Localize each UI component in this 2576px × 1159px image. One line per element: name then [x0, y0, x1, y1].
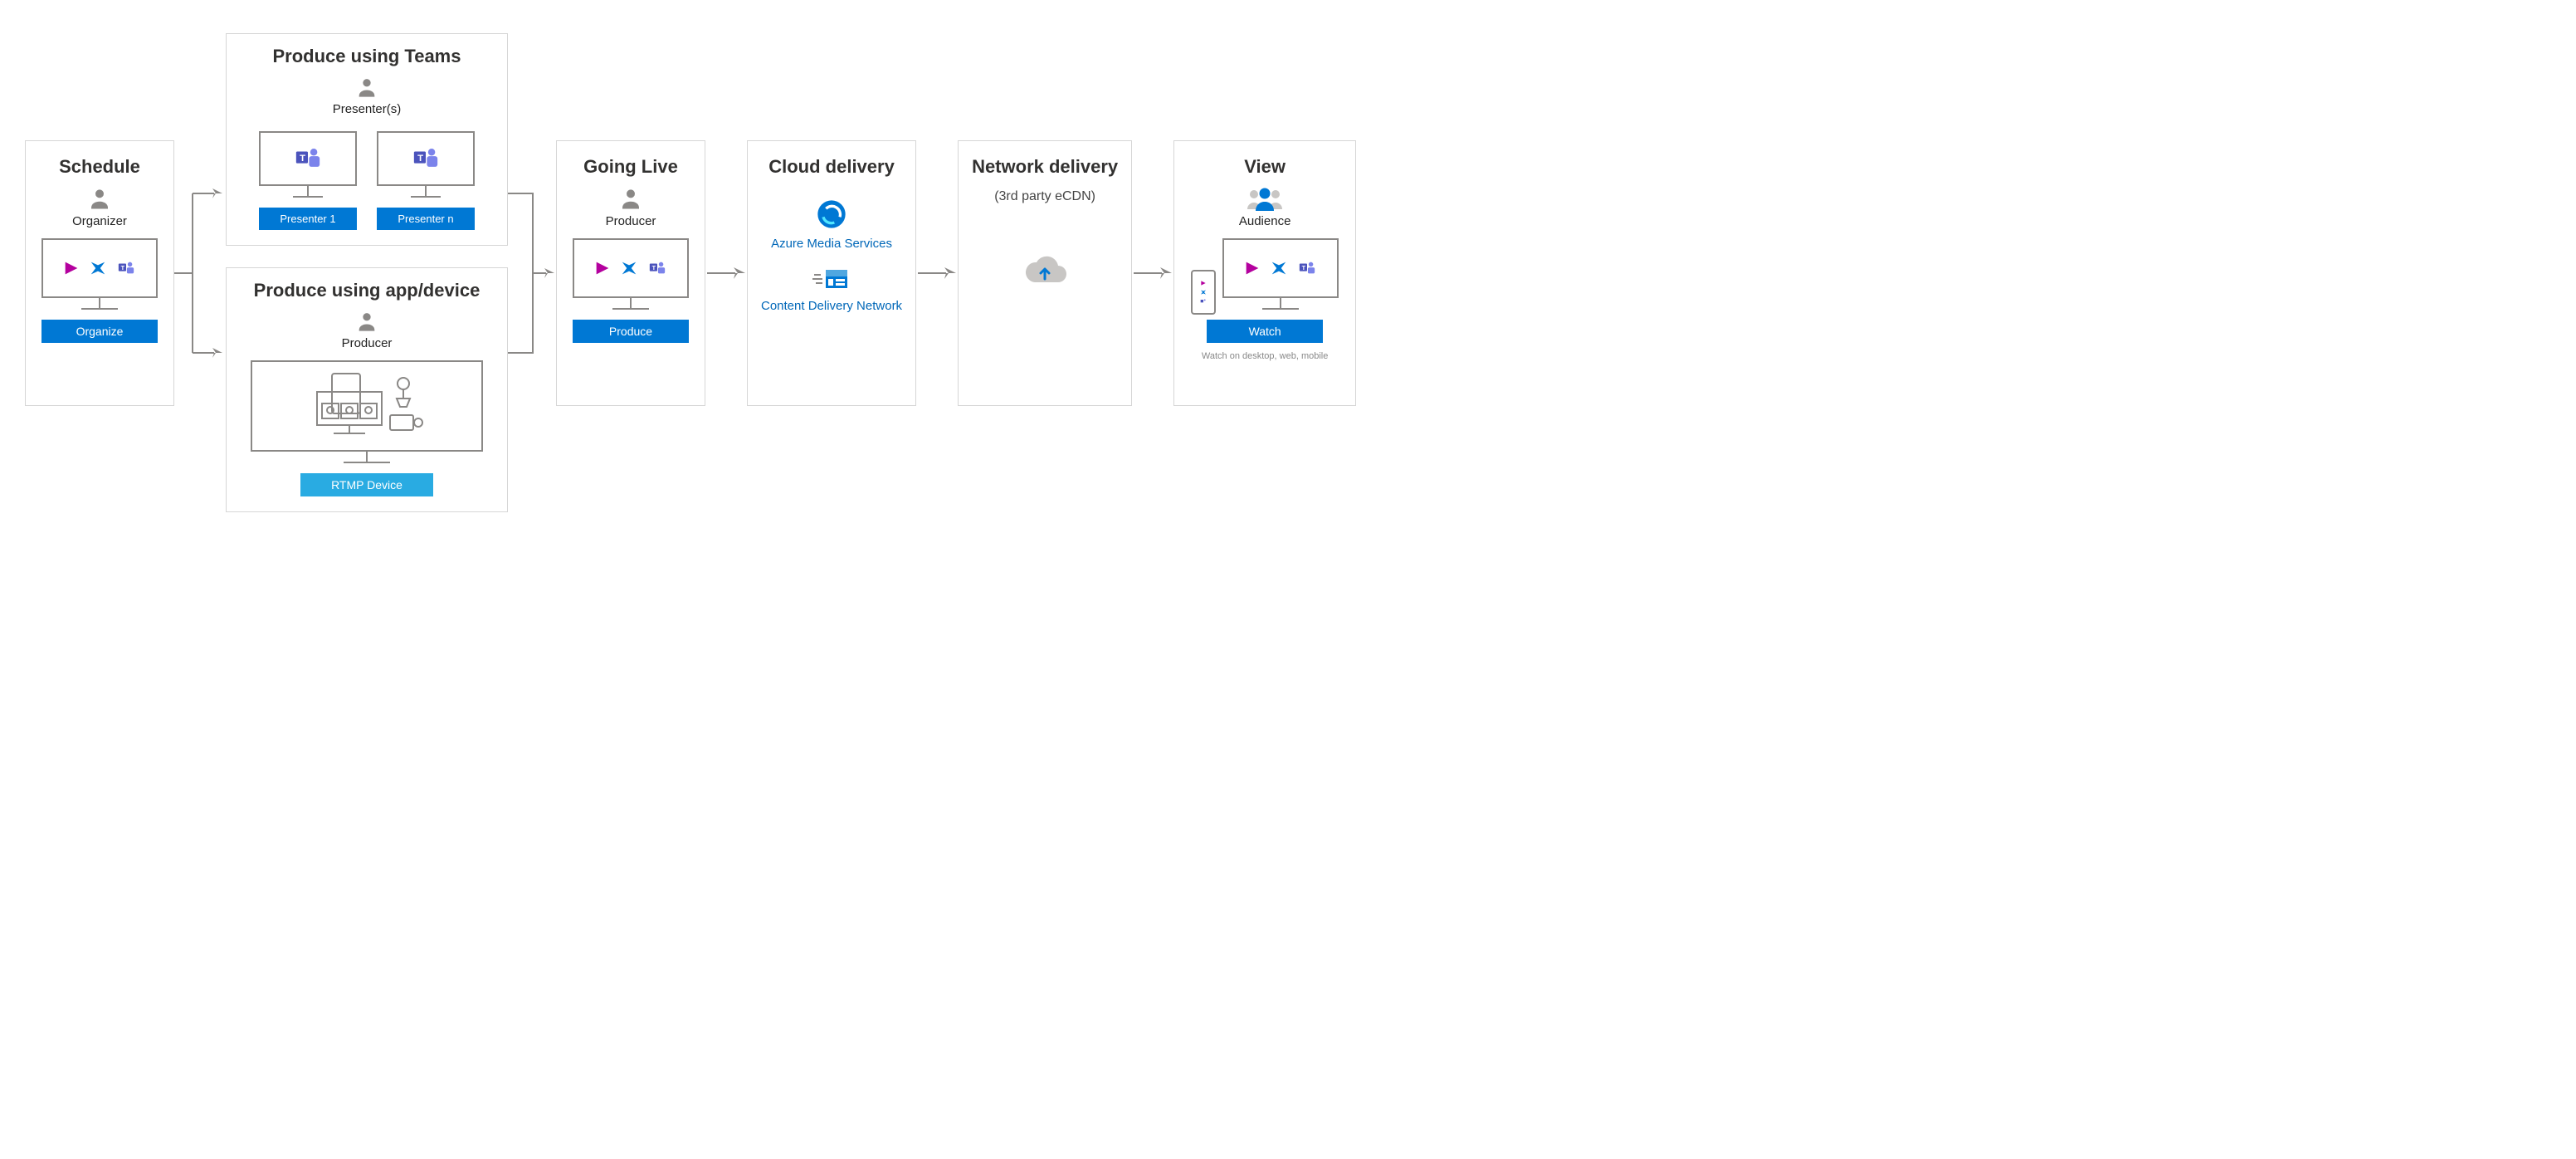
- yammer-icon: [618, 259, 640, 277]
- monitor-icon: T: [41, 238, 158, 298]
- organize-button: Organize: [41, 320, 158, 343]
- svg-text:T: T: [300, 154, 305, 164]
- schedule-title: Schedule: [59, 156, 140, 178]
- presenter-n: T Presenter n: [377, 128, 475, 230]
- person-icon: [355, 76, 378, 99]
- monitor-icon: T: [377, 131, 475, 186]
- golive-title: Going Live: [583, 156, 678, 178]
- stage-schedule: Schedule Organizer T Organize: [25, 140, 174, 406]
- arrow-icon: [705, 265, 747, 281]
- yammer-icon: [87, 259, 109, 277]
- produce-teams-role: Presenter(s): [333, 102, 402, 116]
- network-title: Network delivery: [972, 156, 1118, 178]
- device-sketch-icon: [292, 369, 442, 443]
- person-icon: [618, 186, 643, 211]
- watch-button: Watch: [1207, 320, 1323, 343]
- cdn-icon: [812, 267, 851, 291]
- presenter-n-label: Presenter n: [377, 208, 475, 230]
- cloud-upload-icon: [1020, 254, 1070, 291]
- stage-produce-teams: Produce using Teams Presenter(s) T Prese…: [226, 33, 508, 246]
- azure-media-icon: [815, 198, 848, 231]
- cdn-link[interactable]: Content Delivery Network: [761, 298, 902, 315]
- schedule-role: Organizer: [72, 214, 127, 228]
- teams-icon: T: [1296, 259, 1318, 277]
- yammer-icon: [1268, 259, 1290, 277]
- monitor-icon: T: [259, 131, 357, 186]
- teams-icon: T: [291, 144, 324, 173]
- stream-icon: [62, 259, 80, 277]
- produce-group: Produce using Teams Presenter(s) T Prese…: [226, 33, 508, 512]
- cloud-title: Cloud delivery: [768, 156, 895, 178]
- stage-view: View Audience T Watch: [1173, 140, 1356, 406]
- monitor-icon: T: [573, 238, 689, 298]
- stage-network-delivery: Network delivery (3rd party eCDN): [958, 140, 1132, 406]
- produce-app-role: Producer: [342, 336, 393, 350]
- svg-text:T: T: [652, 263, 656, 271]
- stage-going-live: Going Live Producer T Produce: [556, 140, 705, 406]
- teams-icon: T: [409, 144, 442, 173]
- presenter-1: T Presenter 1: [259, 128, 357, 230]
- arrow-icon: [1132, 265, 1173, 281]
- azure-media-link[interactable]: Azure Media Services: [771, 236, 892, 252]
- person-icon: [355, 310, 378, 333]
- person-icon: [87, 186, 112, 211]
- produce-button: Produce: [573, 320, 689, 343]
- view-footnote: Watch on desktop, web, mobile: [1202, 351, 1328, 361]
- arrow-icon: [916, 265, 958, 281]
- teams-icon: T: [115, 259, 137, 277]
- produce-teams-title: Produce using Teams: [273, 46, 461, 67]
- network-subtitle: (3rd party eCDN): [994, 189, 1095, 204]
- audience-icon: [1245, 186, 1285, 211]
- stream-icon: [593, 259, 612, 277]
- svg-text:T: T: [121, 263, 125, 271]
- view-title: View: [1244, 156, 1286, 178]
- golive-role: Producer: [606, 214, 656, 228]
- teams-icon: T: [646, 259, 668, 277]
- monitor-icon: T: [1222, 238, 1339, 298]
- rtmp-device-button: RTMP Device: [300, 473, 433, 496]
- stage-cloud-delivery: Cloud delivery Azure Media Services Cont…: [747, 140, 916, 406]
- branch-in-arrows: [508, 132, 556, 414]
- produce-app-title: Produce using app/device: [254, 280, 481, 301]
- stage-produce-app: Produce using app/device Producer: [226, 267, 508, 512]
- svg-text:T: T: [1302, 263, 1306, 271]
- live-event-diagram: Schedule Organizer T Organize Produ: [25, 33, 2551, 512]
- view-role: Audience: [1239, 214, 1291, 228]
- branch-out-arrows: [174, 132, 226, 414]
- presenter-1-label: Presenter 1: [259, 208, 357, 230]
- svg-text:T: T: [417, 154, 423, 164]
- stream-icon: [1243, 259, 1261, 277]
- devices-illustration: [251, 360, 483, 452]
- phone-icon: [1191, 270, 1216, 315]
